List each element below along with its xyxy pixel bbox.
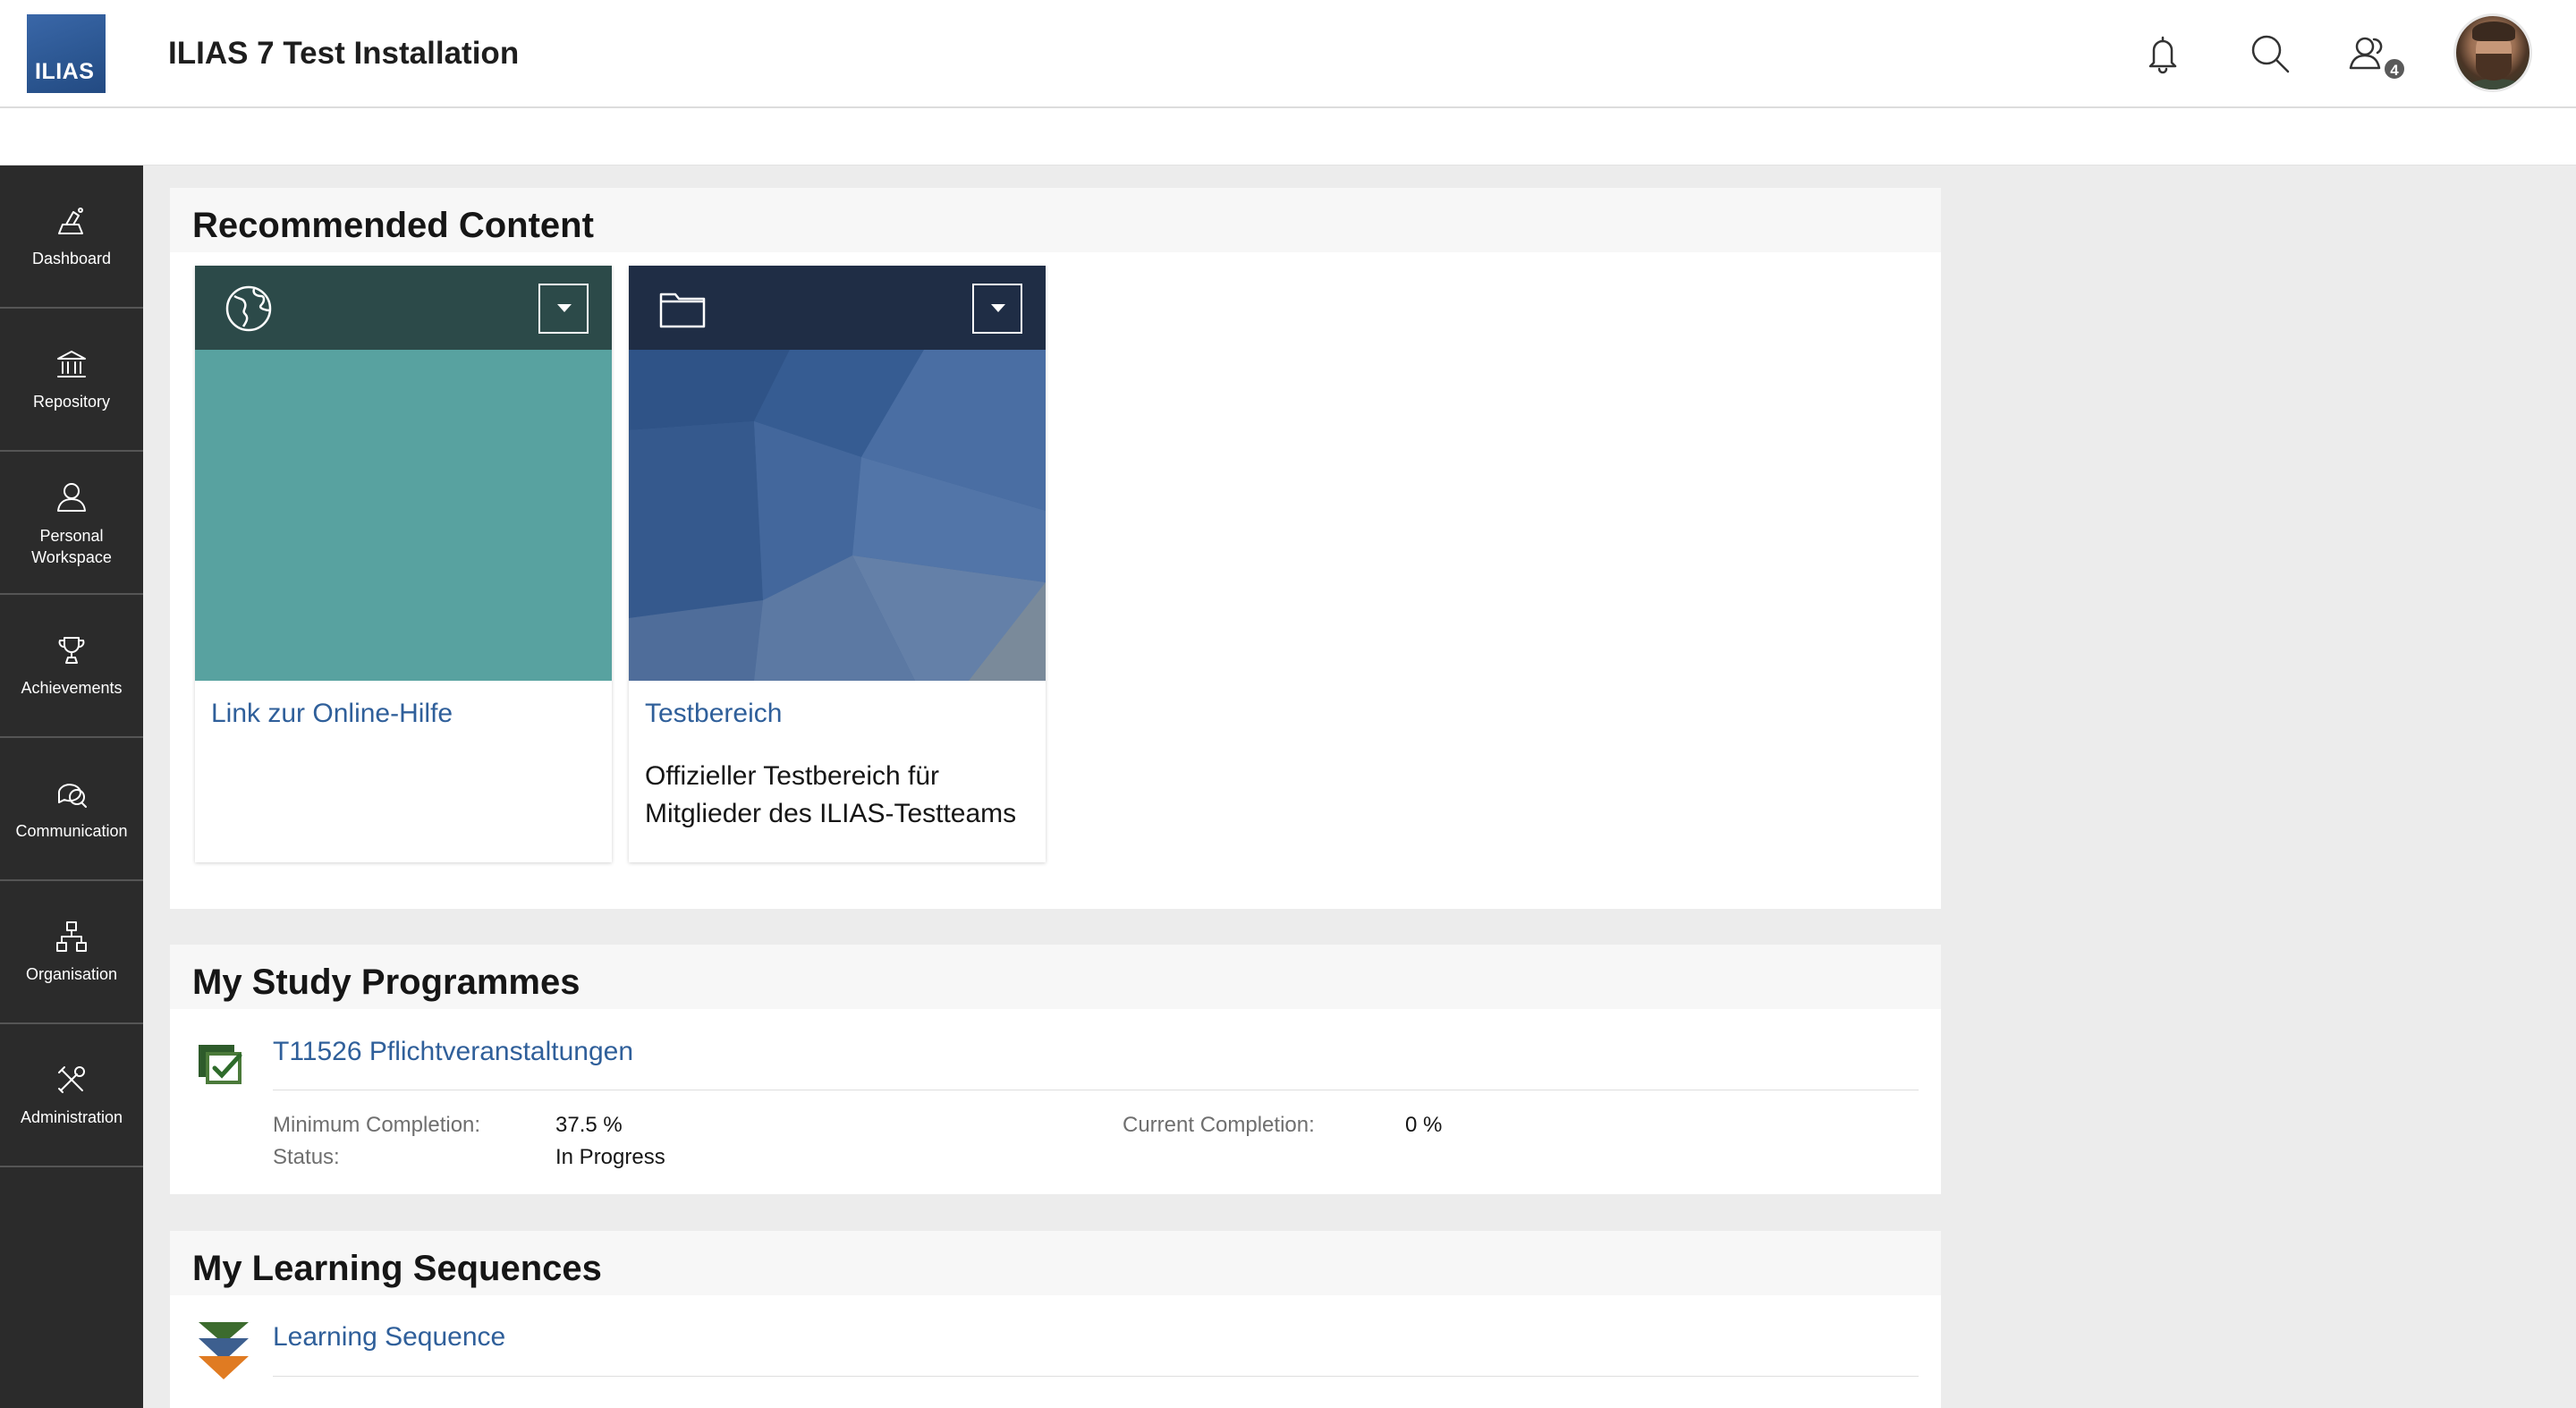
chat-icon (54, 776, 89, 811)
mainbar-item-administration[interactable]: Administration (0, 1024, 143, 1167)
mainbar-label-line2: Workspace (31, 548, 112, 566)
avatar[interactable] (2453, 13, 2532, 92)
bell-icon[interactable] (2136, 27, 2190, 81)
card-actions-dropdown[interactable] (972, 284, 1022, 334)
contacts-icon[interactable]: 4 (2342, 27, 2406, 81)
min-completion-value: 37.5 % (555, 1113, 623, 1137)
folder-icon (657, 284, 708, 334)
status-value: In Progress (555, 1145, 665, 1169)
panel-title: My Learning Sequences (192, 1249, 602, 1288)
card-image[interactable] (195, 350, 612, 681)
panel-header: Recommended Content (170, 188, 1941, 252)
card-title-link[interactable]: Testbereich (645, 699, 782, 729)
divider (273, 1376, 1919, 1377)
mainbar-label: Organisation (25, 965, 118, 983)
status-label: Status: (273, 1145, 340, 1169)
org-chart-icon (54, 919, 89, 954)
installation-title: ILIAS 7 Test Installation (168, 36, 520, 71)
learning-sequences-panel: My Learning Sequences Learning Sequence (170, 1231, 1941, 1408)
current-completion-label: Current Completion: (1123, 1113, 1315, 1137)
card-header (195, 266, 612, 350)
learning-sequence-icon (197, 1319, 250, 1383)
top-header: ILIAS ILIAS 7 Test Installation 4 (0, 0, 2576, 108)
mainbar-label: Communication (15, 822, 128, 840)
card-title-link[interactable]: Link zur Online-Hilfe (211, 699, 453, 729)
ilias-logo[interactable]: ILIAS (27, 14, 106, 93)
main-bar: Dashboard Repository Personal Workspace (0, 165, 143, 1408)
card-actions-dropdown[interactable] (538, 284, 589, 334)
content-card: Testbereich Offizieller Testbereich für … (629, 266, 1046, 862)
tools-icon (54, 1062, 89, 1098)
mainbar-item-repository[interactable]: Repository (0, 309, 143, 452)
trophy-icon (54, 632, 89, 668)
study-programmes-panel: My Study Programmes T11526 Pflichtverans… (170, 945, 1941, 1194)
panel-title: My Study Programmes (192, 963, 580, 1002)
globe-icon (224, 284, 274, 334)
content-card: Link zur Online-Hilfe (195, 266, 612, 862)
learning-sequence-link[interactable]: Learning Sequence (273, 1322, 505, 1353)
mainbar-item-communication[interactable]: Communication (0, 738, 143, 881)
mainbar-item-personal-workspace[interactable]: Personal Workspace (0, 452, 143, 595)
logo-text: ILIAS (35, 59, 95, 84)
mainbar-label-line1: Personal (39, 527, 104, 545)
mainbar-label: Achievements (21, 679, 123, 697)
repository-icon (54, 346, 89, 382)
mainbar-item-achievements[interactable]: Achievements (0, 595, 143, 738)
breadcrumb-bar (0, 108, 2576, 165)
study-programme-link[interactable]: T11526 Pflichtveranstaltungen (273, 1037, 633, 1067)
mainbar-label: Repository (32, 393, 111, 411)
card-header (629, 266, 1046, 350)
mainbar-label: Dashboard (31, 250, 112, 267)
search-icon[interactable] (2243, 27, 2297, 81)
panel-title: Recommended Content (192, 206, 594, 245)
card-description: Offizieller Testbereich für Mitglieder d… (645, 761, 1017, 828)
study-programme-icon (197, 1041, 247, 1091)
contacts-count-badge: 4 (2383, 57, 2406, 81)
panel-header: My Study Programmes (170, 945, 1941, 1009)
current-completion-value: 0 % (1405, 1113, 1443, 1137)
mainbar-item-organisation[interactable]: Organisation (0, 881, 143, 1024)
mainbar-label: Administration (20, 1108, 123, 1126)
person-icon (54, 479, 89, 514)
mainbar-label: Personal Workspace (0, 525, 143, 568)
mainbar-item-dashboard[interactable]: Dashboard (0, 165, 143, 309)
card-image[interactable] (629, 350, 1046, 681)
dashboard-icon (54, 203, 89, 239)
min-completion-label: Minimum Completion: (273, 1113, 481, 1137)
panel-header: My Learning Sequences (170, 1231, 1941, 1295)
